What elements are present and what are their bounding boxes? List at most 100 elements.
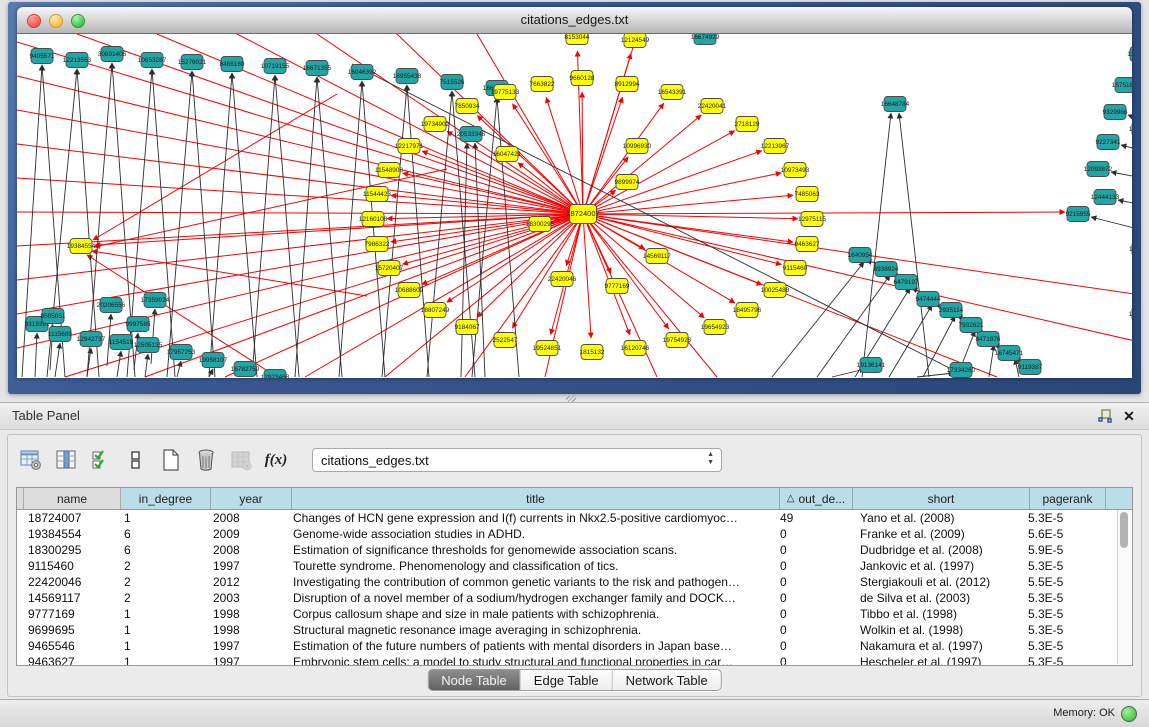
graph-node[interactable]: 9115460 bbox=[783, 261, 808, 276]
cell-pagerank[interactable]: 5.9E-5 bbox=[1023, 543, 1098, 557]
column-header-pagerank[interactable]: pagerank bbox=[1030, 488, 1106, 509]
cell-in_degree[interactable]: 1 bbox=[119, 511, 208, 525]
cell-out_degree[interactable]: 0 bbox=[775, 655, 847, 666]
graph-node[interactable]: 8153044 bbox=[565, 34, 590, 45]
graph-node[interactable]: 19136141 bbox=[857, 358, 886, 373]
table-mode-button[interactable] bbox=[123, 447, 149, 473]
memory-indicator-button[interactable] bbox=[1121, 706, 1137, 722]
table-row[interactable]: 1938455462009Genome-wide association stu… bbox=[17, 526, 1132, 542]
column-header-in_degree[interactable]: in_degree bbox=[121, 488, 211, 509]
graph-node[interactable]: 22420046 bbox=[548, 272, 577, 287]
cell-in_degree[interactable]: 2 bbox=[119, 559, 208, 573]
cell-pagerank[interactable]: 5.3E-5 bbox=[1023, 591, 1098, 605]
cell-title[interactable]: Structural magnetic resonance image aver… bbox=[288, 623, 775, 637]
cell-out_degree[interactable]: 0 bbox=[775, 591, 847, 605]
table-row[interactable]: 1830029562008Estimation of significance … bbox=[17, 542, 1132, 558]
network-graph-canvas[interactable]: 9405571122135533069140610653287152760218… bbox=[17, 34, 1132, 378]
graph-node[interactable]: 7515526 bbox=[440, 75, 465, 90]
graph-node[interactable]: 19524851 bbox=[533, 341, 562, 356]
cell-year[interactable]: 1998 bbox=[208, 623, 288, 637]
graph-node[interactable]: 7850934 bbox=[455, 99, 480, 114]
tab-node-table[interactable]: Node Table bbox=[428, 670, 521, 690]
table-vertical-scrollbar[interactable] bbox=[1117, 510, 1131, 664]
cell-in_degree[interactable]: 2 bbox=[119, 591, 208, 605]
cell-out_degree[interactable]: 49 bbox=[775, 511, 847, 525]
cell-short[interactable]: Jankovic et al. (1997) bbox=[847, 559, 1023, 573]
graph-node[interactable]: 1815132 bbox=[580, 345, 605, 360]
graph-node[interactable]: 12923468 bbox=[261, 370, 290, 379]
graph-node[interactable]: 11120891 bbox=[1127, 47, 1132, 62]
graph-node[interactable]: 8505051 bbox=[41, 309, 66, 324]
cell-short[interactable]: Franke et al. (2009) bbox=[847, 527, 1023, 541]
table-row[interactable]: 946554611997Estimation of the future num… bbox=[17, 638, 1132, 654]
cell-pagerank[interactable]: 5.6E-5 bbox=[1023, 527, 1098, 541]
cell-year[interactable]: 1997 bbox=[208, 655, 288, 666]
graph-node[interactable]: 9215955 bbox=[1066, 207, 1091, 222]
column-header-name[interactable]: name bbox=[24, 488, 121, 509]
cell-pagerank[interactable]: 5.3E-5 bbox=[1023, 511, 1098, 525]
graph-node[interactable]: 15720407 bbox=[375, 261, 404, 276]
graph-node[interactable]: 19958107 bbox=[199, 353, 228, 368]
cell-out_degree[interactable]: 0 bbox=[775, 559, 847, 573]
graph-node[interactable]: 9119387 bbox=[1018, 360, 1043, 375]
graph-node[interactable]: 12975115 bbox=[798, 212, 826, 227]
graph-node[interactable]: 12505135 bbox=[134, 338, 163, 353]
table-row[interactable]: 1456911722003Disruption of a novel membe… bbox=[17, 590, 1132, 606]
cell-year[interactable]: 2003 bbox=[208, 591, 288, 605]
cell-name[interactable]: 9465546 bbox=[23, 639, 119, 653]
delete-column-button[interactable] bbox=[193, 447, 219, 473]
cell-out_degree[interactable]: 0 bbox=[775, 623, 847, 637]
graph-node[interactable]: 20206556 bbox=[97, 298, 126, 313]
graph-node[interactable]: 12160108 bbox=[359, 212, 388, 227]
graph-node[interactable]: 1115689 bbox=[48, 327, 72, 342]
new-table-button[interactable] bbox=[158, 447, 184, 473]
cell-title[interactable]: Disruption of a novel member of a sodium… bbox=[288, 591, 775, 605]
cell-title[interactable]: Tourette syndrome. Phenomenology and cla… bbox=[288, 559, 775, 573]
column-header-short[interactable]: short bbox=[853, 488, 1030, 509]
cell-pagerank[interactable]: 5.3E-5 bbox=[1023, 639, 1098, 653]
cell-pagerank[interactable]: 5.3E-5 bbox=[1023, 655, 1098, 666]
graph-node[interactable]: 16046392 bbox=[348, 65, 377, 80]
table-row[interactable]: 911546021997Tourette syndrome. Phenomeno… bbox=[17, 558, 1132, 574]
cell-title[interactable]: Changes of HCN gene expression and I(f) … bbox=[288, 511, 775, 525]
network-window-titlebar[interactable]: citations_edges.txt bbox=[17, 7, 1132, 34]
graph-node[interactable]: 10719155 bbox=[261, 59, 290, 74]
cell-pagerank[interactable]: 5.3E-5 bbox=[1023, 559, 1098, 573]
graph-node[interactable]: 10973493 bbox=[781, 163, 810, 178]
graph-node[interactable]: 12706391 bbox=[1129, 307, 1132, 322]
cell-short[interactable]: Hescheler et al. (1997) bbox=[847, 655, 1023, 666]
graph-node[interactable]: 11548908 bbox=[375, 163, 403, 178]
graph-node[interactable]: 18724007 bbox=[566, 205, 599, 224]
graph-node[interactable]: 16671355 bbox=[303, 61, 332, 76]
graph-node[interactable]: 18300295 bbox=[526, 217, 555, 232]
graph-node[interactable]: 12942737 bbox=[77, 332, 106, 347]
graph-node[interactable]: 6479197 bbox=[894, 275, 919, 290]
graph-node[interactable]: 17359924 bbox=[141, 293, 170, 308]
cell-name[interactable]: 9115460 bbox=[23, 559, 119, 573]
graph-node[interactable]: 9660128 bbox=[570, 71, 595, 86]
graph-node[interactable]: 12444133 bbox=[1091, 190, 1120, 205]
graph-node[interactable]: 17210471 bbox=[1129, 122, 1132, 137]
graph-node[interactable]: 9899974 bbox=[615, 175, 640, 190]
graph-node[interactable]: 14569117 bbox=[643, 249, 671, 264]
table-row[interactable]: 946362711997Embryonic stem cells: a mode… bbox=[17, 654, 1132, 666]
graph-node[interactable]: 7663822 bbox=[530, 77, 555, 92]
cell-title[interactable]: Estimation of significance thresholds fo… bbox=[288, 543, 775, 557]
cell-short[interactable]: Nakamura et al. (1997) bbox=[847, 639, 1023, 653]
cell-out_degree[interactable]: 0 bbox=[775, 575, 847, 589]
graph-node[interactable]: 10996930 bbox=[623, 139, 652, 154]
table-select-dropdown[interactable]: citations_edges.txt ▲▼ bbox=[312, 448, 722, 472]
graph-node[interactable]: 19754928 bbox=[663, 333, 692, 348]
graph-node[interactable]: 15751874 bbox=[1112, 78, 1132, 93]
graph-node[interactable]: 2935114 bbox=[939, 303, 964, 318]
graph-node[interactable]: 9227341 bbox=[1096, 135, 1121, 150]
graph-node[interactable]: 11081518 bbox=[1129, 242, 1132, 257]
cell-year[interactable]: 2012 bbox=[208, 575, 288, 589]
cell-out_degree[interactable]: 0 bbox=[775, 639, 847, 653]
cell-in_degree[interactable]: 2 bbox=[119, 575, 208, 589]
cell-year[interactable]: 2009 bbox=[208, 527, 288, 541]
graph-node[interactable]: 18955438 bbox=[393, 69, 422, 84]
cell-short[interactable]: Tibbo et al. (1998) bbox=[847, 607, 1023, 621]
graph-node[interactable]: 12093872 bbox=[1084, 162, 1113, 177]
graph-node[interactable]: 12213967 bbox=[761, 139, 790, 154]
